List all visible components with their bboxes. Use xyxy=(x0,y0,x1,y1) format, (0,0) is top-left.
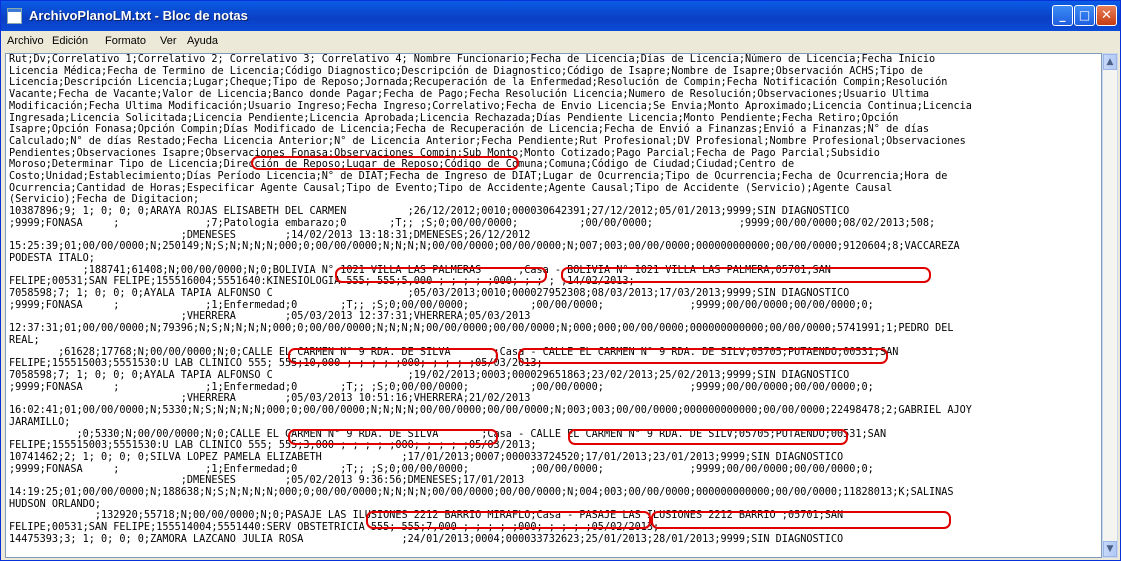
menu-archivo[interactable]: Archivo xyxy=(7,34,44,48)
text-editor[interactable]: Rut;Dv;Correlativo 1;Correlativo 2; Corr… xyxy=(5,53,1102,558)
menu-edicion[interactable]: Edición xyxy=(52,34,88,48)
text-content: Rut;Dv;Correlativo 1;Correlativo 2; Corr… xyxy=(9,54,972,545)
annotation-direccion-1 xyxy=(335,267,547,283)
scroll-down-arrow-icon[interactable]: ▼ xyxy=(1103,541,1117,557)
minimize-button[interactable]: _ xyxy=(1052,5,1073,26)
maximize-button[interactable]: □ xyxy=(1074,5,1095,26)
window-title: ArchivoPlanoLM.txt - Bloc de notas xyxy=(29,8,248,23)
notepad-icon xyxy=(7,8,22,24)
annotation-direccion-4 xyxy=(366,511,651,529)
vertical-scrollbar[interactable]: ▲ ▼ xyxy=(1102,53,1118,558)
scroll-up-arrow-icon[interactable]: ▲ xyxy=(1103,54,1117,70)
annotation-direccion-2 xyxy=(288,348,498,364)
annotation-lugar-1 xyxy=(561,267,931,283)
annotation-header-reposo xyxy=(251,156,519,170)
close-button[interactable]: ✕ xyxy=(1096,5,1117,26)
annotation-lugar-2 xyxy=(518,348,888,364)
notepad-window: ArchivoPlanoLM.txt - Bloc de notas _ □ ✕… xyxy=(0,0,1121,561)
menu-ver[interactable]: Ver xyxy=(160,34,177,48)
menu-bar: Archivo Edición Formato Ver Ayuda xyxy=(1,31,1120,51)
title-bar[interactable]: ArchivoPlanoLM.txt - Bloc de notas _ □ ✕ xyxy=(1,1,1120,31)
annotation-lugar-4 xyxy=(651,511,951,529)
annotation-direccion-3 xyxy=(288,429,498,445)
annotation-lugar-3 xyxy=(568,429,848,445)
menu-formato[interactable]: Formato xyxy=(105,34,146,48)
menu-ayuda[interactable]: Ayuda xyxy=(187,34,218,48)
